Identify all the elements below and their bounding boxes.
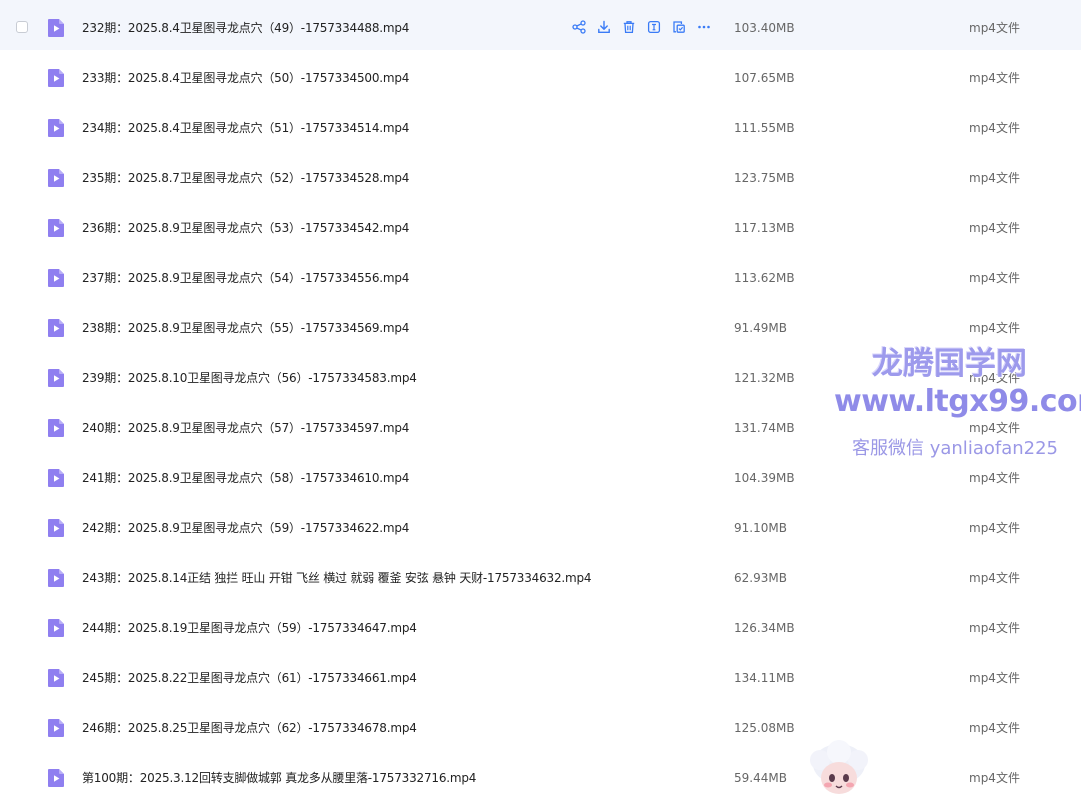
video-file-icon bbox=[46, 218, 66, 238]
row-actions bbox=[572, 19, 711, 34]
file-name[interactable]: 232期：2025.8.4卫星图寻龙点穴（49）-1757334488.mp4 bbox=[82, 20, 409, 36]
watermark-contact: 客服微信 yanliaofan225 bbox=[852, 438, 1058, 459]
file-type: mp4文件 bbox=[969, 521, 1020, 535]
file-name[interactable]: 第100期：2025.3.12回转支脚做城郭 真龙多从腰里落-175733271… bbox=[82, 770, 476, 786]
file-row[interactable]: 243期：2025.8.14正结 独拦 旺山 开钳 飞丝 横过 就弱 覆釜 安弦… bbox=[0, 550, 1081, 600]
file-type: mp4文件 bbox=[969, 571, 1020, 585]
file-size: 59.44MB bbox=[734, 771, 787, 785]
file-type: mp4文件 bbox=[969, 671, 1020, 685]
file-name[interactable]: 243期：2025.8.14正结 独拦 旺山 开钳 飞丝 横过 就弱 覆釜 安弦… bbox=[82, 570, 592, 586]
file-row[interactable]: 244期：2025.8.19卫星图寻龙点穴（59）-1757334647.mp4… bbox=[0, 600, 1081, 650]
video-file-icon bbox=[46, 418, 66, 438]
copy-icon[interactable] bbox=[672, 19, 686, 33]
file-name[interactable]: 241期：2025.8.9卫星图寻龙点穴（58）-1757334610.mp4 bbox=[82, 470, 409, 486]
video-file-icon bbox=[46, 668, 66, 688]
file-size: 62.93MB bbox=[734, 571, 787, 585]
file-type: mp4文件 bbox=[969, 471, 1020, 485]
video-file-icon bbox=[46, 568, 66, 588]
video-file-icon bbox=[46, 518, 66, 538]
file-size: 104.39MB bbox=[734, 471, 795, 485]
file-name[interactable]: 236期：2025.8.9卫星图寻龙点穴（53）-1757334542.mp4 bbox=[82, 220, 409, 236]
file-size: 123.75MB bbox=[734, 171, 795, 185]
file-size: 107.65MB bbox=[734, 71, 795, 85]
video-file-icon bbox=[46, 768, 66, 788]
assistant-mascot-icon[interactable] bbox=[806, 738, 872, 804]
file-type: mp4文件 bbox=[969, 121, 1020, 135]
file-row[interactable]: 246期：2025.8.25卫星图寻龙点穴（62）-1757334678.mp4… bbox=[0, 700, 1081, 750]
video-file-icon bbox=[46, 318, 66, 338]
file-size: 111.55MB bbox=[734, 121, 795, 135]
file-row[interactable]: 第100期：2025.3.12回转支脚做城郭 真龙多从腰里落-175733271… bbox=[0, 750, 1081, 800]
file-size: 131.74MB bbox=[734, 421, 795, 435]
file-row[interactable]: 242期：2025.8.9卫星图寻龙点穴（59）-1757334622.mp4 9… bbox=[0, 500, 1081, 550]
file-name[interactable]: 245期：2025.8.22卫星图寻龙点穴（61）-1757334661.mp4 bbox=[82, 670, 417, 686]
file-size: 134.11MB bbox=[734, 671, 795, 685]
file-name[interactable]: 242期：2025.8.9卫星图寻龙点穴（59）-1757334622.mp4 bbox=[82, 520, 409, 536]
watermark-url: www.ltgx99.com bbox=[834, 384, 1081, 419]
file-size: 113.62MB bbox=[734, 271, 795, 285]
file-size: 103.40MB bbox=[734, 21, 795, 35]
file-type: mp4文件 bbox=[969, 21, 1020, 35]
video-file-icon bbox=[46, 268, 66, 288]
file-type: mp4文件 bbox=[969, 771, 1020, 785]
file-type: mp4文件 bbox=[969, 621, 1020, 635]
file-row[interactable]: 235期：2025.8.7卫星图寻龙点穴（52）-1757334528.mp4 1… bbox=[0, 150, 1081, 200]
file-size: 117.13MB bbox=[734, 221, 795, 235]
file-name[interactable]: 238期：2025.8.9卫星图寻龙点穴（55）-1757334569.mp4 bbox=[82, 320, 409, 336]
file-row[interactable]: 237期：2025.8.9卫星图寻龙点穴（54）-1757334556.mp4 1… bbox=[0, 250, 1081, 300]
file-name[interactable]: 244期：2025.8.19卫星图寻龙点穴（59）-1757334647.mp4 bbox=[82, 620, 417, 636]
file-size: 125.08MB bbox=[734, 721, 795, 735]
file-name[interactable]: 239期：2025.8.10卫星图寻龙点穴（56）-1757334583.mp4 bbox=[82, 370, 417, 386]
download-icon[interactable] bbox=[597, 19, 611, 33]
share-icon[interactable] bbox=[572, 19, 586, 34]
video-file-icon bbox=[46, 68, 66, 88]
file-type: mp4文件 bbox=[969, 271, 1020, 285]
file-type: mp4文件 bbox=[969, 171, 1020, 185]
video-file-icon bbox=[46, 118, 66, 138]
file-row[interactable]: 245期：2025.8.22卫星图寻龙点穴（61）-1757334661.mp4… bbox=[0, 650, 1081, 700]
more-icon[interactable] bbox=[697, 19, 711, 33]
file-size: 91.10MB bbox=[734, 521, 787, 535]
file-size: 91.49MB bbox=[734, 321, 787, 335]
file-name[interactable]: 234期：2025.8.4卫星图寻龙点穴（51）-1757334514.mp4 bbox=[82, 120, 409, 136]
file-name[interactable]: 246期：2025.8.25卫星图寻龙点穴（62）-1757334678.mp4 bbox=[82, 720, 417, 736]
file-row[interactable]: 234期：2025.8.4卫星图寻龙点穴（51）-1757334514.mp4 1… bbox=[0, 100, 1081, 150]
file-type: mp4文件 bbox=[969, 721, 1020, 735]
file-type: mp4文件 bbox=[969, 71, 1020, 85]
video-file-icon bbox=[46, 18, 66, 38]
rename-icon[interactable] bbox=[647, 19, 661, 34]
video-file-icon bbox=[46, 718, 66, 738]
file-type: mp4文件 bbox=[969, 321, 1020, 335]
delete-icon[interactable] bbox=[622, 19, 636, 34]
file-name[interactable]: 235期：2025.8.7卫星图寻龙点穴（52）-1757334528.mp4 bbox=[82, 170, 409, 186]
video-file-icon bbox=[46, 368, 66, 388]
file-name[interactable]: 233期：2025.8.4卫星图寻龙点穴（50）-1757334500.mp4 bbox=[82, 70, 409, 86]
file-size: 126.34MB bbox=[734, 621, 795, 635]
file-row[interactable]: 233期：2025.8.4卫星图寻龙点穴（50）-1757334500.mp4 1… bbox=[0, 50, 1081, 100]
file-row[interactable]: 236期：2025.8.9卫星图寻龙点穴（53）-1757334542.mp4 1… bbox=[0, 200, 1081, 250]
file-size: 121.32MB bbox=[734, 371, 795, 385]
file-row[interactable]: 232期：2025.8.4卫星图寻龙点穴（49）-1757334488.mp4 1… bbox=[0, 0, 1081, 50]
watermark-title: 龙腾国学网 bbox=[872, 346, 1027, 382]
file-name[interactable]: 240期：2025.8.9卫星图寻龙点穴（57）-1757334597.mp4 bbox=[82, 420, 409, 436]
video-file-icon bbox=[46, 468, 66, 488]
video-file-icon bbox=[46, 618, 66, 638]
row-checkbox[interactable] bbox=[16, 21, 28, 33]
video-file-icon bbox=[46, 168, 66, 188]
file-name[interactable]: 237期：2025.8.9卫星图寻龙点穴（54）-1757334556.mp4 bbox=[82, 270, 409, 286]
file-type: mp4文件 bbox=[969, 221, 1020, 235]
